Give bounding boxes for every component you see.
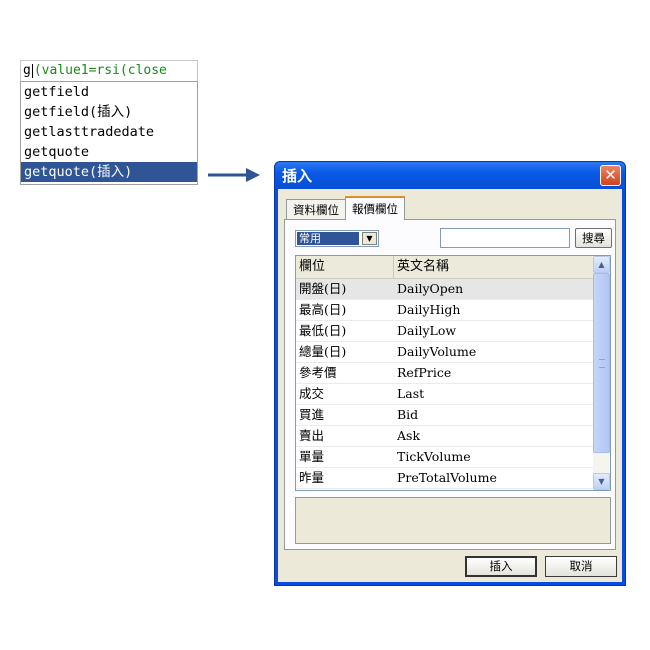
grip-icon [599, 359, 605, 368]
autocomplete-item-getfield-insert[interactable]: getfield(插入) [21, 102, 197, 122]
list-row[interactable]: 總量(日) DailyVolume [296, 342, 594, 363]
list-rows: 開盤(日) DailyOpen 最高(日) DailyHigh 最低(日) Daily… [296, 279, 594, 489]
row-field-name: 賣出 [299, 428, 325, 443]
row-english-name: DailyHigh [397, 302, 461, 317]
category-selected-value: 常用 [297, 232, 359, 245]
list-row[interactable]: 參考價 RefPrice [296, 363, 594, 384]
chevron-down-icon[interactable]: ▼ [362, 232, 377, 245]
category-dropdown[interactable]: 常用 ▼ [295, 230, 379, 247]
search-input[interactable] [440, 228, 570, 248]
text-caret [31, 63, 33, 78]
row-english-name: Bid [397, 407, 419, 422]
dialog-title: 插入 [282, 167, 313, 185]
close-icon: ✕ [604, 166, 617, 184]
typed-text: g [23, 63, 31, 78]
code-editor-line[interactable]: g (value1=rsi(close [20, 60, 198, 82]
list-row[interactable]: 昨量 PreTotalVolume [296, 468, 594, 489]
list-row[interactable]: 最低(日) DailyLow [296, 321, 594, 342]
row-english-name: DailyLow [397, 323, 457, 338]
row-english-name: PreTotalVolume [397, 470, 497, 485]
row-field-name: 參考價 [299, 365, 337, 380]
insert-button[interactable]: 插入 [465, 556, 537, 577]
row-field-name: 成交 [299, 386, 325, 401]
row-english-name: RefPrice [397, 365, 452, 380]
list-row[interactable]: 買進 Bid [296, 405, 594, 426]
dialog-body: 資料欄位 報價欄位 常用 ▼ 搜尋 欄位 英文名稱 開盤(日) DailyOpen… [278, 189, 622, 582]
column-header-field[interactable]: 欄位 [296, 256, 394, 278]
right-arrow-icon [208, 168, 260, 182]
autocomplete-item-getlasttradedate[interactable]: getlasttradedate [21, 122, 197, 142]
tab-panel: 常用 ▼ 搜尋 欄位 英文名稱 開盤(日) DailyOpen 最高(日) Dail… [284, 219, 616, 550]
row-english-name: Ask [397, 428, 421, 443]
dialog-titlebar[interactable]: 插入 ✕ [275, 162, 625, 189]
row-english-name: DailyVolume [397, 344, 477, 359]
row-field-name: 總量(日) [299, 344, 347, 359]
row-field-name: 買進 [299, 407, 325, 422]
autocomplete-list[interactable]: getfield getfield(插入) getlasttradedate g… [20, 81, 198, 185]
search-button[interactable]: 搜尋 [575, 228, 612, 248]
row-field-name: 單量 [299, 449, 325, 464]
row-english-name: TickVolume [397, 449, 471, 464]
list-row[interactable]: 成交 Last [296, 384, 594, 405]
code-text: (value1=rsi(close [33, 63, 167, 78]
tab-data-fields[interactable]: 資料欄位 [286, 199, 346, 219]
vertical-scrollbar[interactable]: ▲ ▼ [593, 256, 610, 490]
row-field-name: 昨量 [299, 470, 325, 485]
row-field-name: 最高(日) [299, 302, 347, 317]
list-header: 欄位 英文名稱 [296, 256, 594, 279]
autocomplete-item-getquote[interactable]: getquote [21, 142, 197, 162]
description-box [295, 497, 611, 544]
scrollbar-thumb[interactable] [593, 273, 610, 453]
row-field-name: 開盤(日) [299, 281, 347, 296]
row-english-name: Last [397, 386, 425, 401]
column-header-english-name[interactable]: 英文名稱 [394, 256, 594, 278]
tab-quote-fields[interactable]: 報價欄位 [345, 196, 405, 220]
list-row[interactable]: 最高(日) DailyHigh [296, 300, 594, 321]
cancel-button[interactable]: 取消 [545, 556, 617, 577]
list-row[interactable]: 單量 TickVolume [296, 447, 594, 468]
autocomplete-item-getquote-insert[interactable]: getquote(插入) [21, 162, 197, 182]
row-english-name: DailyOpen [397, 281, 464, 296]
scroll-up-icon[interactable]: ▲ [593, 256, 610, 273]
list-row[interactable]: 賣出 Ask [296, 426, 594, 447]
scroll-down-icon[interactable]: ▼ [593, 473, 610, 490]
row-field-name: 最低(日) [299, 323, 347, 338]
insert-dialog: 插入 ✕ 資料欄位 報價欄位 常用 ▼ 搜尋 欄位 英文名稱 開盤(日) Dail… [274, 161, 626, 586]
list-row[interactable]: 開盤(日) DailyOpen [296, 279, 594, 300]
close-button[interactable]: ✕ [600, 165, 621, 186]
field-list[interactable]: 欄位 英文名稱 開盤(日) DailyOpen 最高(日) DailyHigh 最低… [295, 255, 611, 491]
autocomplete-item-getfield[interactable]: getfield [21, 82, 197, 102]
